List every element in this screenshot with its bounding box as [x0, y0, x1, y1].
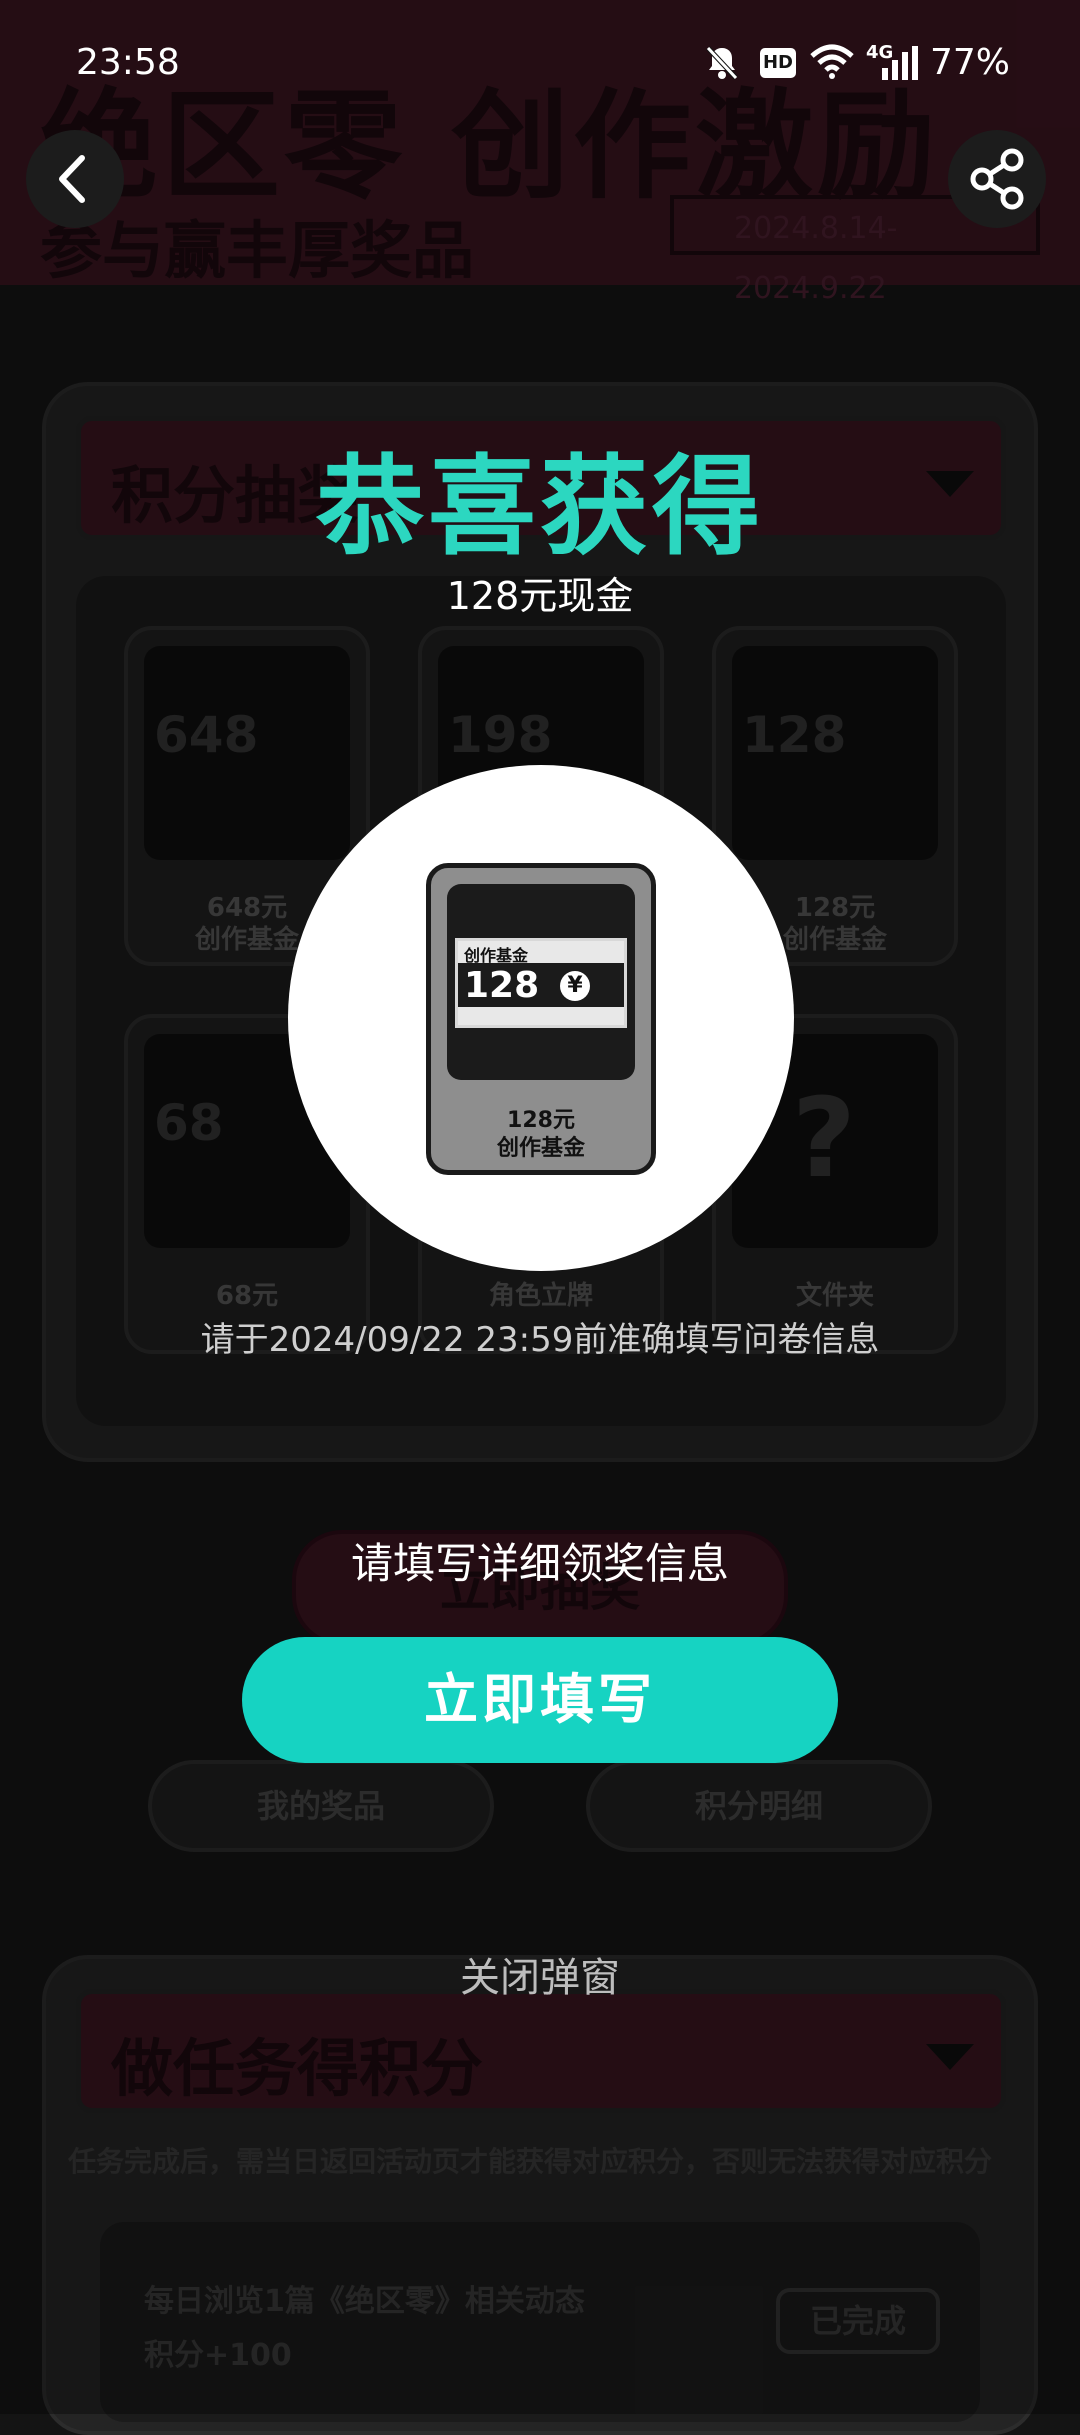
yen-icon: ¥ [560, 971, 590, 1001]
fund-ticket-header: 创作基金 [464, 946, 529, 965]
fill-hint: 请填写详细领奖信息 [350, 1539, 729, 1588]
back-arrow-icon [59, 155, 85, 203]
battery-level: 77% [930, 42, 1011, 83]
mute-icon [706, 46, 738, 80]
deadline-text: 请于2024/09/22 23:59前准确填写问卷信息 [200, 1320, 880, 1360]
prize-card-face: 创作基金 128 ¥ [447, 884, 635, 1080]
prize-card-label-2: 创作基金 [496, 1136, 585, 1161]
fill-now-button[interactable]: 立即填写 [242, 1637, 838, 1763]
modal-title: 恭喜获得 [315, 445, 764, 570]
wifi-icon [810, 44, 854, 80]
signal-icon [868, 46, 918, 80]
share-button[interactable] [948, 130, 1046, 228]
close-modal-button[interactable]: 关闭弹窗 [0, 1945, 1080, 2003]
fund-ticket: 创作基金 128 ¥ [455, 938, 627, 1028]
prize-name: 128元现金 [446, 574, 634, 618]
share-icon [970, 148, 1024, 210]
prize-card-large: 创作基金 128 ¥ 128元 创作基金 [426, 863, 656, 1175]
hd-badge: HD [760, 48, 796, 78]
status-time: 23:58 [76, 42, 180, 83]
fund-ticket-amount: 128 [464, 965, 540, 1006]
back-button[interactable] [26, 130, 124, 228]
prize-image-circle: 创作基金 128 ¥ 128元 创作基金 [288, 765, 794, 1271]
